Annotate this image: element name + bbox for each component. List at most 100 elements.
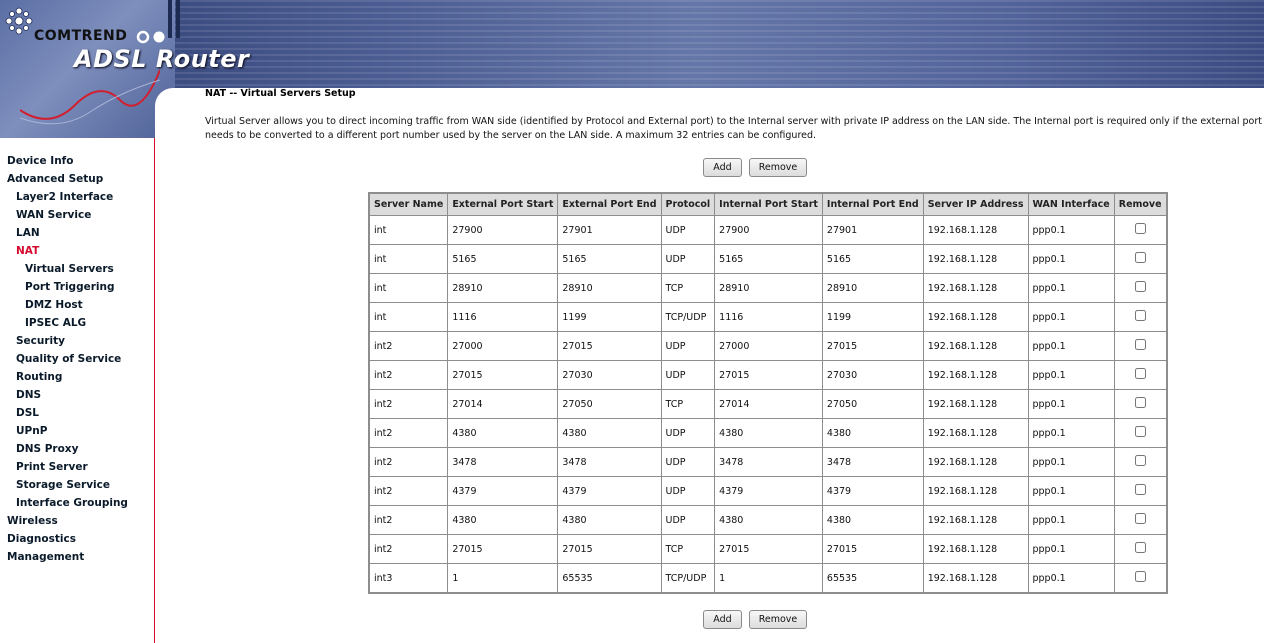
sidebar-item-dns[interactable]: DNS	[0, 386, 154, 404]
column-header-server-ip-address: Server IP Address	[922, 193, 1029, 216]
remove-cell	[1113, 418, 1167, 448]
table-row: int 27900 27901 UDP 27900 27901 192.168.1.128 p…	[368, 215, 1167, 245]
sidebar-item-wireless[interactable]: Wireless	[0, 512, 154, 530]
server-ip-address-cell: 192.168.1.128	[922, 244, 1029, 274]
sidebar-item-ipsec-alg[interactable]: IPSEC ALG	[0, 314, 154, 332]
sidebar-item-advanced-setup[interactable]: Advanced Setup	[0, 170, 154, 188]
remove-checkbox[interactable]	[1134, 397, 1146, 408]
wan-interface-cell: ppp0.1	[1027, 389, 1115, 419]
sidebar-item-dns-proxy[interactable]: DNS Proxy	[0, 440, 154, 458]
external-port-end-cell: 3478	[557, 447, 662, 477]
sidebar-item-storage-service[interactable]: Storage Service	[0, 476, 154, 494]
sidebar-item-diagnostics[interactable]: Diagnostics	[0, 530, 154, 548]
page-title: NAT -- Virtual Servers Setup	[205, 88, 356, 99]
sidebar-item-dmz-host[interactable]: DMZ Host	[0, 296, 154, 314]
remove-cell	[1113, 360, 1167, 390]
table-row: int 5165 5165 UDP 5165 5165 192.168.1.128 ppp0.…	[368, 244, 1167, 274]
internal-port-start-cell: 27014	[714, 389, 823, 419]
remove-button-bottom[interactable]: Remove	[749, 610, 807, 629]
remove-checkbox[interactable]	[1134, 223, 1146, 234]
column-header-server-name: Server Name	[368, 193, 449, 216]
wan-interface-cell: ppp0.1	[1027, 476, 1115, 506]
remove-checkbox[interactable]	[1134, 542, 1146, 553]
remove-checkbox[interactable]	[1134, 455, 1146, 466]
column-header-external-port-start: External Port Start	[447, 193, 559, 216]
wan-interface-cell: ppp0.1	[1027, 302, 1115, 332]
protocol-cell: TCP	[660, 389, 716, 419]
sidebar-item-print-server[interactable]: Print Server	[0, 458, 154, 476]
external-port-end-cell: 27901	[557, 215, 662, 245]
virtual-servers-table: Server Name External Port Start External P…	[368, 192, 1168, 594]
server-name-cell: int2	[368, 476, 449, 506]
remove-checkbox[interactable]	[1134, 484, 1146, 495]
wan-interface-cell: ppp0.1	[1027, 505, 1115, 535]
table-row: int 1116 1199 TCP/UDP 1116 1199 192.168.1.128 p…	[368, 302, 1167, 332]
server-name-cell: int2	[368, 447, 449, 477]
sidebar-item-interface-grouping[interactable]: Interface Grouping	[0, 494, 154, 512]
external-port-start-cell: 1116	[447, 302, 559, 332]
sidebar: Device Info Advanced Setup Layer2 Interfac…	[0, 138, 155, 643]
remove-checkbox[interactable]	[1134, 310, 1146, 321]
table-row: int3 1 65535 TCP/UDP 1 65535 192.168.1.128 ppp0…	[368, 563, 1167, 593]
remove-checkbox[interactable]	[1134, 252, 1146, 263]
external-port-start-cell: 27000	[447, 331, 559, 361]
table-row: int2 4380 4380 UDP 4380 4380 192.168.1.128 ppp0…	[368, 505, 1167, 535]
sidebar-item-upnp[interactable]: UPnP	[0, 422, 154, 440]
internal-port-end-cell: 27901	[821, 215, 924, 245]
server-ip-address-cell: 192.168.1.128	[922, 215, 1029, 245]
server-name-cell: int2	[368, 389, 449, 419]
sidebar-item-lan[interactable]: LAN	[0, 224, 154, 242]
sidebar-item-management[interactable]: Management	[0, 548, 154, 566]
table-row: int2 27015 27030 UDP 27015 27030 192.168.1.128…	[368, 360, 1167, 390]
wan-interface-cell: ppp0.1	[1027, 244, 1115, 274]
wan-interface-cell: ppp0.1	[1027, 447, 1115, 477]
sidebar-item-port-triggering[interactable]: Port Triggering	[0, 278, 154, 296]
internal-port-end-cell: 3478	[821, 447, 924, 477]
remove-checkbox[interactable]	[1134, 281, 1146, 292]
sidebar-item-virtual-servers[interactable]: Virtual Servers	[0, 260, 154, 278]
sidebar-item-wan-service[interactable]: WAN Service	[0, 206, 154, 224]
remove-cell	[1113, 331, 1167, 361]
remove-cell	[1113, 273, 1167, 303]
sidebar-item-dsl[interactable]: DSL	[0, 404, 154, 422]
internal-port-start-cell: 27015	[714, 360, 823, 390]
external-port-end-cell: 4379	[557, 476, 662, 506]
protocol-cell: UDP	[660, 418, 716, 448]
add-button-bottom[interactable]: Add	[703, 610, 742, 629]
sidebar-item-routing[interactable]: Routing	[0, 368, 154, 386]
remove-cell	[1113, 534, 1167, 564]
sidebar-item-security[interactable]: Security	[0, 332, 154, 350]
column-header-internal-port-end: Internal Port End	[821, 193, 924, 216]
wan-interface-cell: ppp0.1	[1027, 360, 1115, 390]
server-name-cell: int2	[368, 418, 449, 448]
internal-port-start-cell: 27000	[714, 331, 823, 361]
server-name-cell: int	[368, 215, 449, 245]
protocol-cell: UDP	[660, 360, 716, 390]
sidebar-item-quality-of-service[interactable]: Quality of Service	[0, 350, 154, 368]
column-header-internal-port-start: Internal Port Start	[714, 193, 823, 216]
wan-interface-cell: ppp0.1	[1027, 563, 1115, 593]
internal-port-start-cell: 3478	[714, 447, 823, 477]
remove-checkbox[interactable]	[1134, 426, 1146, 437]
wan-interface-cell: ppp0.1	[1027, 418, 1115, 448]
remove-button[interactable]: Remove	[749, 158, 807, 177]
internal-port-start-cell: 4380	[714, 505, 823, 535]
table-row: int2 3478 3478 UDP 3478 3478 192.168.1.128 ppp0…	[368, 447, 1167, 477]
protocol-cell: UDP	[660, 244, 716, 274]
external-port-end-cell: 27050	[557, 389, 662, 419]
column-header-protocol: Protocol	[660, 193, 716, 216]
protocol-cell: UDP	[660, 447, 716, 477]
protocol-cell: UDP	[660, 476, 716, 506]
remove-cell	[1113, 302, 1167, 332]
remove-checkbox[interactable]	[1134, 339, 1146, 350]
add-button[interactable]: Add	[703, 158, 742, 177]
external-port-end-cell: 28910	[557, 273, 662, 303]
sidebar-item-device-info[interactable]: Device Info	[0, 152, 154, 170]
remove-checkbox[interactable]	[1134, 368, 1146, 379]
remove-checkbox[interactable]	[1134, 571, 1146, 582]
protocol-cell: TCP	[660, 273, 716, 303]
internal-port-start-cell: 4379	[714, 476, 823, 506]
sidebar-item-layer2-interface[interactable]: Layer2 Interface	[0, 188, 154, 206]
remove-checkbox[interactable]	[1134, 513, 1146, 524]
sidebar-item-nat[interactable]: NAT	[0, 242, 154, 260]
